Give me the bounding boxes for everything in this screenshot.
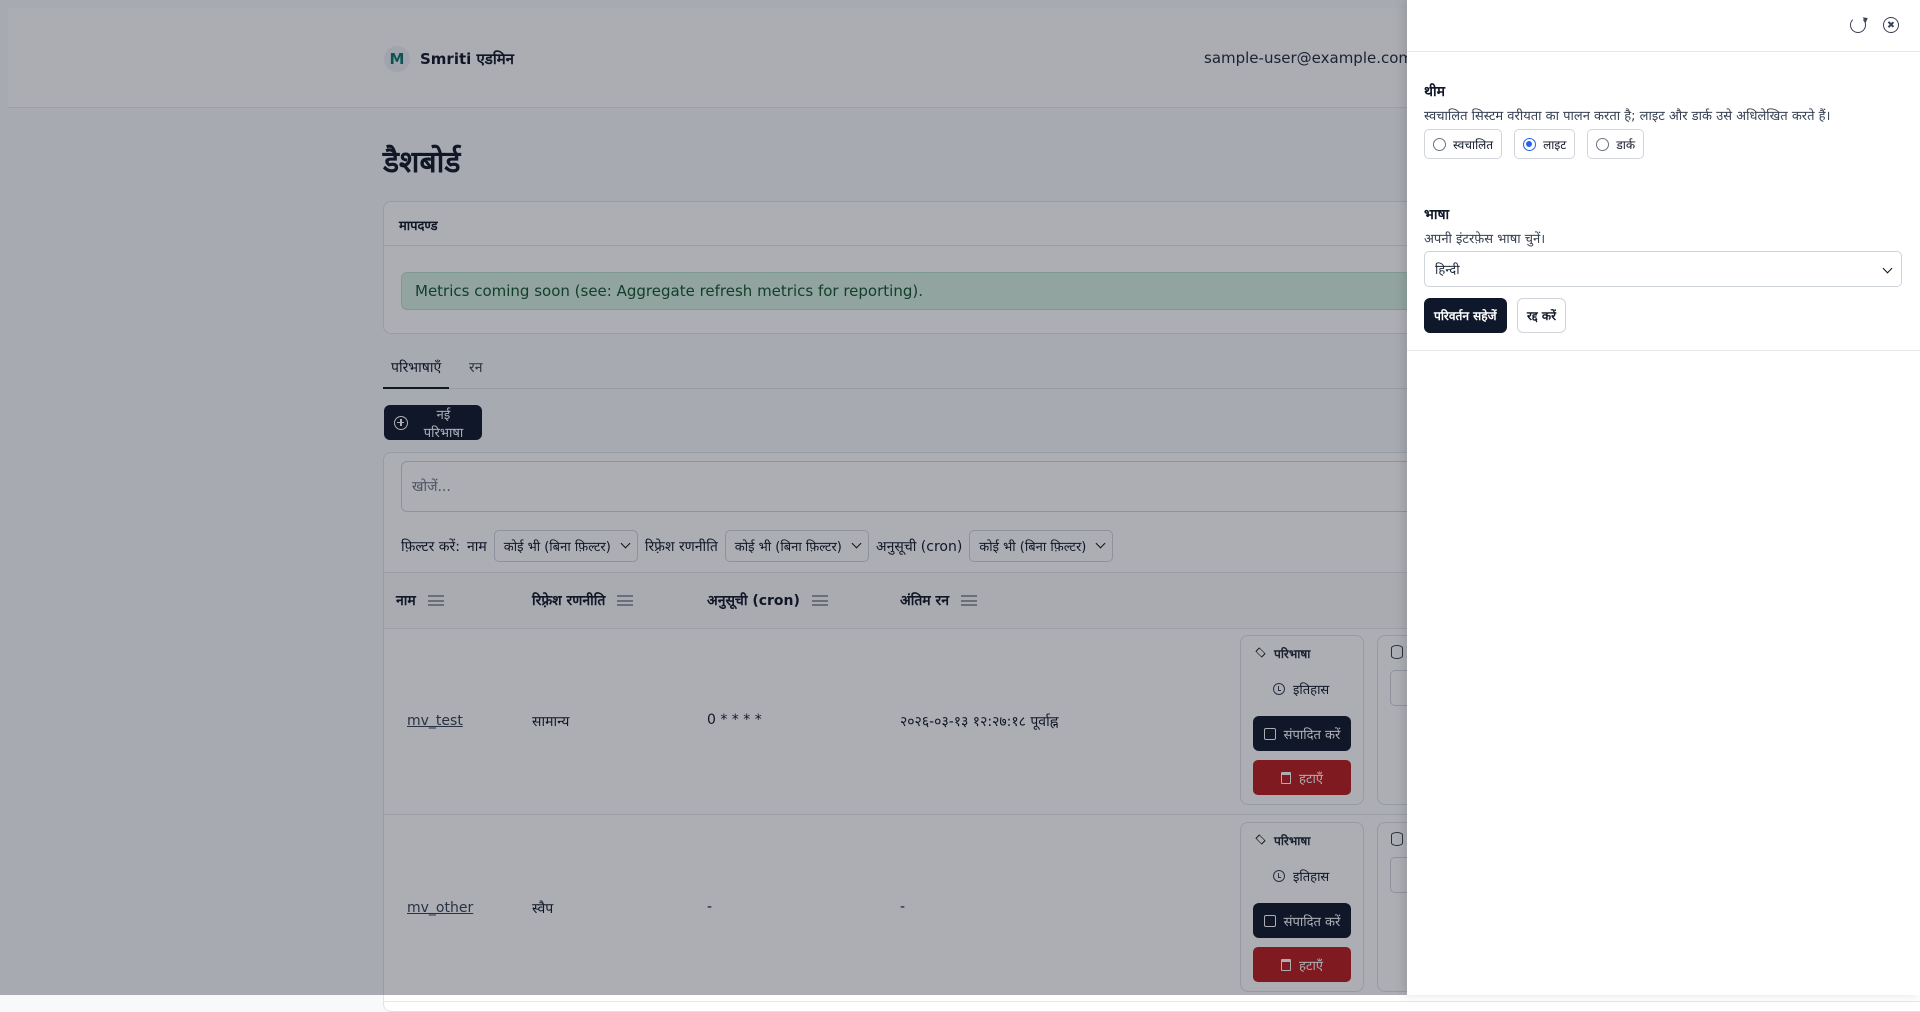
theme-option-light[interactable]: लाइट [1514,129,1576,159]
theme-option-auto[interactable]: स्वचालित [1424,129,1503,159]
settings-drawer: थीम स्वचालित सिस्टम वरीयता का पालन करता … [1407,0,1920,995]
app-root: M Smriti एडमिन sample-user@example.com क… [0,0,1920,1012]
chevron-down-icon [1882,263,1893,274]
refresh-icon[interactable] [1850,17,1866,33]
drawer-divider [1407,350,1920,351]
language-help: अपनी इंटरफ़ेस भाषा चुनें। [1424,232,1546,247]
theme-option-dark[interactable]: डार्क [1587,129,1645,159]
theme-option-label: डार्क [1616,137,1636,152]
save-changes-button[interactable]: परिवर्तन सहेजें [1424,298,1507,333]
language-select[interactable]: हिन्दी [1424,251,1902,287]
drawer-toolbar [1407,0,1920,52]
radio-checked-icon [1523,137,1537,151]
theme-options: स्वचालित लाइट डार्क [1424,129,1645,159]
language-label: भाषा [1424,207,1450,223]
theme-help: स्वचालित सिस्टम वरीयता का पालन करता है; … [1424,109,1831,124]
cancel-button[interactable]: रद्द करें [1517,298,1567,333]
theme-label: थीम [1424,84,1445,100]
close-icon[interactable] [1883,17,1899,33]
theme-option-label: लाइट [1543,137,1567,152]
theme-option-label: स्वचालित [1453,137,1494,152]
radio-icon [1596,137,1610,151]
language-select-value: हिन्दी [1435,263,1460,278]
radio-icon [1433,137,1446,151]
